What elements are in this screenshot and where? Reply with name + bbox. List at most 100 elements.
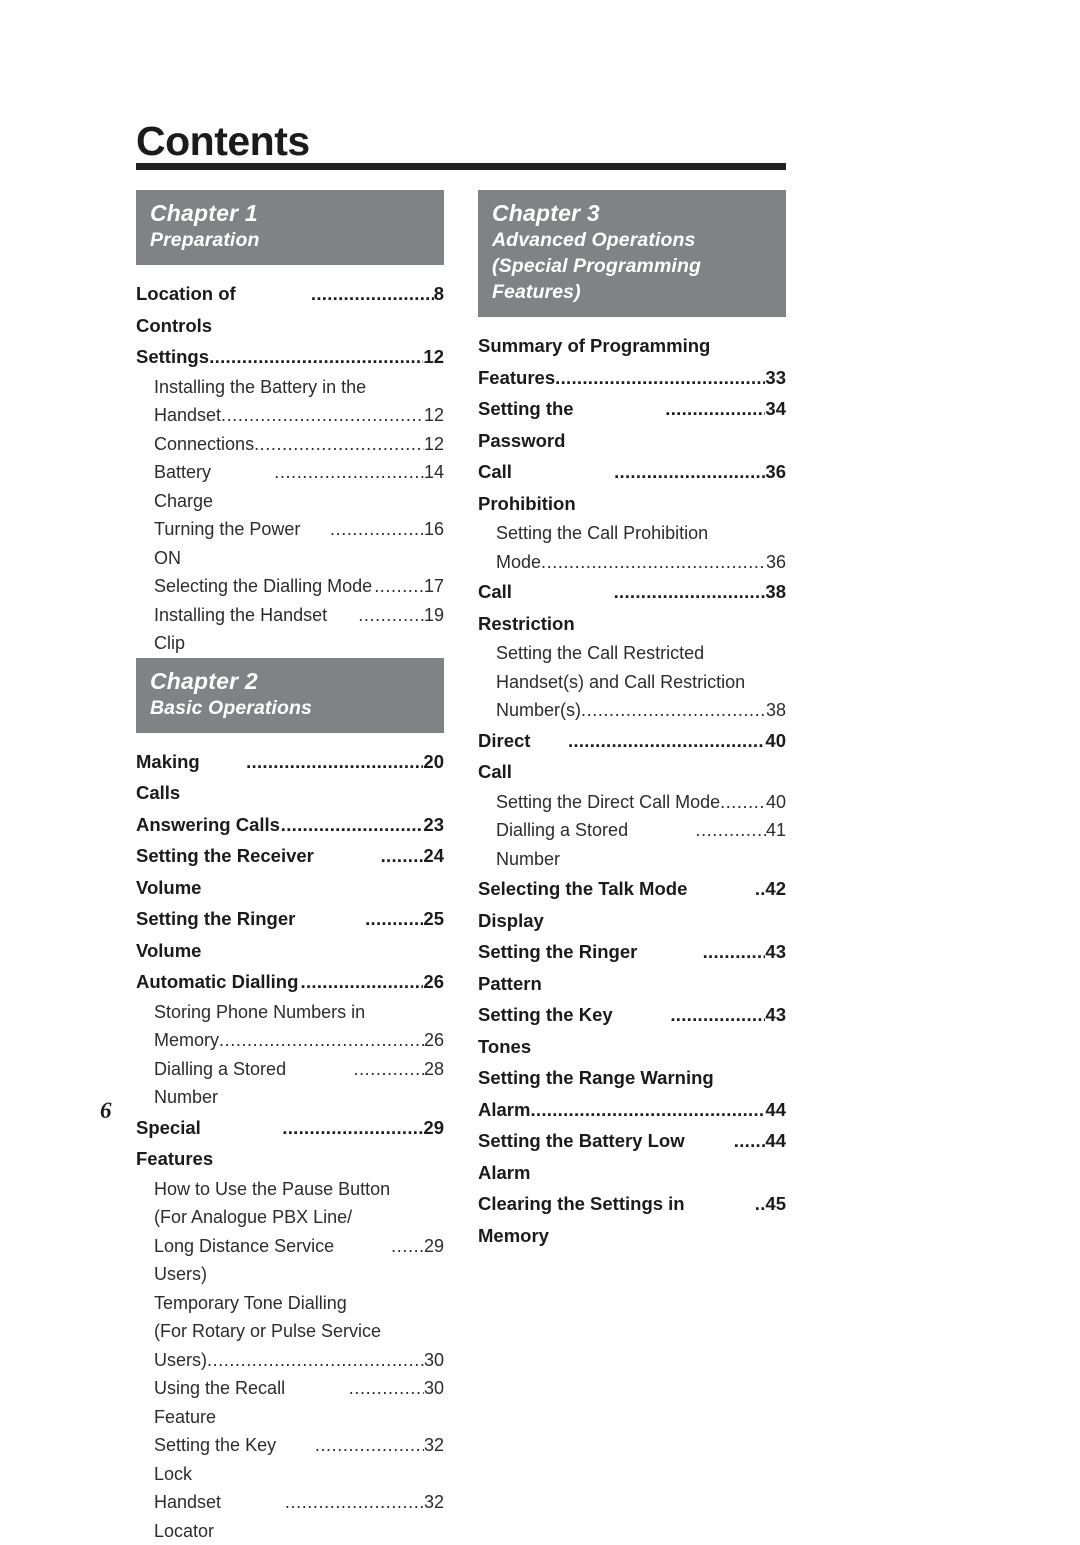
toc-entry[interactable]: Clearing the Settings in Memory..45 — [478, 1188, 786, 1251]
toc-entry[interactable]: Setting the Password ...................… — [478, 393, 786, 456]
toc-entry-page-number: 44 — [765, 1125, 786, 1157]
toc-entry[interactable]: Installing the Handset Clip............1… — [136, 601, 444, 658]
toc-entry-label: Setting the Ringer Volume — [136, 903, 365, 966]
toc-entry-label: Mode — [496, 548, 541, 577]
toc-page: Contents Chapter 1PreparationLocation of… — [0, 0, 1080, 1528]
toc-entry[interactable]: Setting the Direct Call Mode........40 — [478, 788, 786, 817]
toc-entry-page-number: 19 — [424, 601, 444, 630]
toc-entry-page-number: 16 — [424, 515, 444, 544]
toc-entry[interactable]: Battery Charge .........................… — [136, 458, 444, 515]
toc-entry[interactable]: Long Distance Service Users) ......29 — [136, 1232, 444, 1289]
toc-entry[interactable]: Handset ................................… — [136, 401, 444, 430]
toc-entry-label: Dialling a Stored Number — [496, 816, 695, 873]
toc-entry-page-number: 33 — [765, 362, 786, 394]
toc-entry[interactable]: Selecting the Talk Mode Display ..42 — [478, 873, 786, 936]
toc-entry[interactable]: Answering Calls ........................… — [136, 809, 444, 841]
toc-entry-label: Turning the Power ON — [154, 515, 330, 572]
toc-entry-page-number: 34 — [765, 393, 786, 425]
toc-entry[interactable]: Alarm...................................… — [478, 1094, 786, 1126]
toc-entry[interactable]: Call Prohibition .......................… — [478, 456, 786, 519]
toc-entry-page-number: 17 — [424, 572, 444, 601]
toc-entry[interactable]: Setting the Call Restricted — [478, 639, 786, 668]
toc-entry[interactable]: Selecting the Dialling Mode .........17 — [136, 572, 444, 601]
toc-entry-label: Setting the Call Prohibition — [496, 519, 708, 548]
toc-entry[interactable]: Storing Phone Numbers in — [136, 998, 444, 1027]
chapter-number: Chapter 2 — [150, 667, 432, 695]
toc-entry-label: Summary of Programming — [478, 330, 710, 362]
toc-entry[interactable]: Setting the Key Tones ..................… — [478, 999, 786, 1062]
toc-dot-leader: ........................................ — [219, 1026, 424, 1055]
left-column: Chapter 1PreparationLocation of Controls… — [136, 190, 444, 1545]
chapter-number: Chapter 3 — [492, 199, 774, 227]
toc-entry[interactable]: Settings ...............................… — [136, 341, 444, 373]
toc-entry-page-number: 42 — [765, 873, 786, 905]
toc-entry[interactable]: Mode....................................… — [478, 548, 786, 577]
toc-entry[interactable]: (For Rotary or Pulse Service — [136, 1317, 444, 1346]
toc-entry-page-number: 32 — [424, 1488, 444, 1517]
toc-entry[interactable]: Installing the Battery in the — [136, 373, 444, 402]
toc-entry[interactable]: Summary of Programming — [478, 330, 786, 362]
toc-entry[interactable]: (For Analogue PBX Line/ — [136, 1203, 444, 1232]
toc-list: Making Calls ...........................… — [136, 746, 444, 1545]
toc-entry[interactable]: Turning the Power ON.................16 — [136, 515, 444, 572]
toc-entry-page-number: 29 — [424, 1232, 444, 1261]
toc-entry-label: How to Use the Pause Button — [154, 1175, 390, 1204]
toc-dot-leader: ............ — [703, 936, 766, 968]
toc-dot-leader: ........................ — [311, 278, 434, 310]
toc-entry[interactable]: How to Use the Pause Button — [136, 1175, 444, 1204]
toc-dot-leader: .. — [755, 873, 766, 905]
toc-entry[interactable]: Location of Controls ...................… — [136, 278, 444, 341]
toc-entry[interactable]: Features................................… — [478, 362, 786, 394]
chapter-subtitle: Advanced Operations (Special Programming… — [492, 227, 774, 305]
toc-entry-page-number: 43 — [765, 936, 786, 968]
toc-entry[interactable]: Users)..................................… — [136, 1346, 444, 1375]
toc-entry-page-number: 36 — [766, 548, 786, 577]
toc-entry[interactable]: Setting the Key Lock....................… — [136, 1431, 444, 1488]
toc-entry-label: Memory — [154, 1026, 219, 1055]
toc-entry-label: Dialling a Stored Number — [154, 1055, 353, 1112]
toc-entry[interactable]: Setting the Call Prohibition — [478, 519, 786, 548]
toc-dot-leader: ........................................… — [209, 341, 423, 373]
toc-dot-leader: ............................ — [274, 458, 424, 487]
toc-entry-page-number: 32 — [424, 1431, 444, 1460]
toc-dot-leader: ........................... — [281, 809, 424, 841]
toc-entry[interactable]: Using the Recall Feature ..............3… — [136, 1374, 444, 1431]
toc-entry-label: Handset — [154, 401, 221, 430]
toc-list: Summary of ProgrammingFeatures..........… — [478, 330, 786, 1251]
toc-entry[interactable]: Setting the Ringer Pattern ............4… — [478, 936, 786, 999]
toc-entry[interactable]: Temporary Tone Dialling — [136, 1289, 444, 1318]
right-column: Chapter 3Advanced Operations (Special Pr… — [478, 190, 786, 1251]
toc-entry[interactable]: Setting the Ringer Volume ...........25 — [136, 903, 444, 966]
toc-entry[interactable]: Number(s)...............................… — [478, 696, 786, 725]
toc-entry-label: Setting the Range Warning — [478, 1062, 714, 1094]
toc-entry-label: Users) — [154, 1346, 207, 1375]
toc-entry[interactable]: Dialling a Stored Number .............41 — [478, 816, 786, 873]
toc-entry-label: Settings — [136, 341, 209, 373]
toc-entry[interactable]: Setting the Range Warning — [478, 1062, 786, 1094]
toc-entry[interactable]: Dialling a Stored Number .............28 — [136, 1055, 444, 1112]
toc-entry-label: Making Calls — [136, 746, 246, 809]
toc-entry[interactable]: Connections ............................… — [136, 430, 444, 459]
toc-entry[interactable]: Memory..................................… — [136, 1026, 444, 1055]
toc-entry-page-number: 30 — [424, 1346, 444, 1375]
toc-dot-leader: ............................. — [614, 576, 766, 608]
toc-entry[interactable]: Handset Locator ........................… — [136, 1488, 444, 1545]
toc-dot-leader: .......................... — [285, 1488, 424, 1517]
toc-dot-leader: ........ — [381, 840, 424, 872]
toc-entry[interactable]: Making Calls ...........................… — [136, 746, 444, 809]
toc-dot-leader: ........................................… — [530, 1094, 765, 1126]
toc-entry[interactable]: Handset(s) and Call Restriction — [478, 668, 786, 697]
toc-entry[interactable]: Automatic Dialling .....................… — [136, 966, 444, 998]
toc-entry[interactable]: Setting the Battery Low Alarm......44 — [478, 1125, 786, 1188]
chapter-banner: Chapter 3Advanced Operations (Special Pr… — [478, 190, 786, 317]
toc-dot-leader: ............ — [358, 601, 424, 630]
toc-entry[interactable]: Special Features .......................… — [136, 1112, 444, 1175]
toc-dot-leader: ........... — [365, 903, 423, 935]
toc-entry[interactable]: Setting the Receiver Volume........24 — [136, 840, 444, 903]
toc-entry[interactable]: Direct Call ............................… — [478, 725, 786, 788]
toc-entry-page-number: 8 — [434, 278, 444, 310]
toc-dot-leader: .. — [755, 1188, 766, 1220]
toc-entry-page-number: 12 — [424, 430, 444, 459]
toc-entry[interactable]: Call Restriction .......................… — [478, 576, 786, 639]
toc-entry-label: Handset(s) and Call Restriction — [496, 668, 745, 697]
